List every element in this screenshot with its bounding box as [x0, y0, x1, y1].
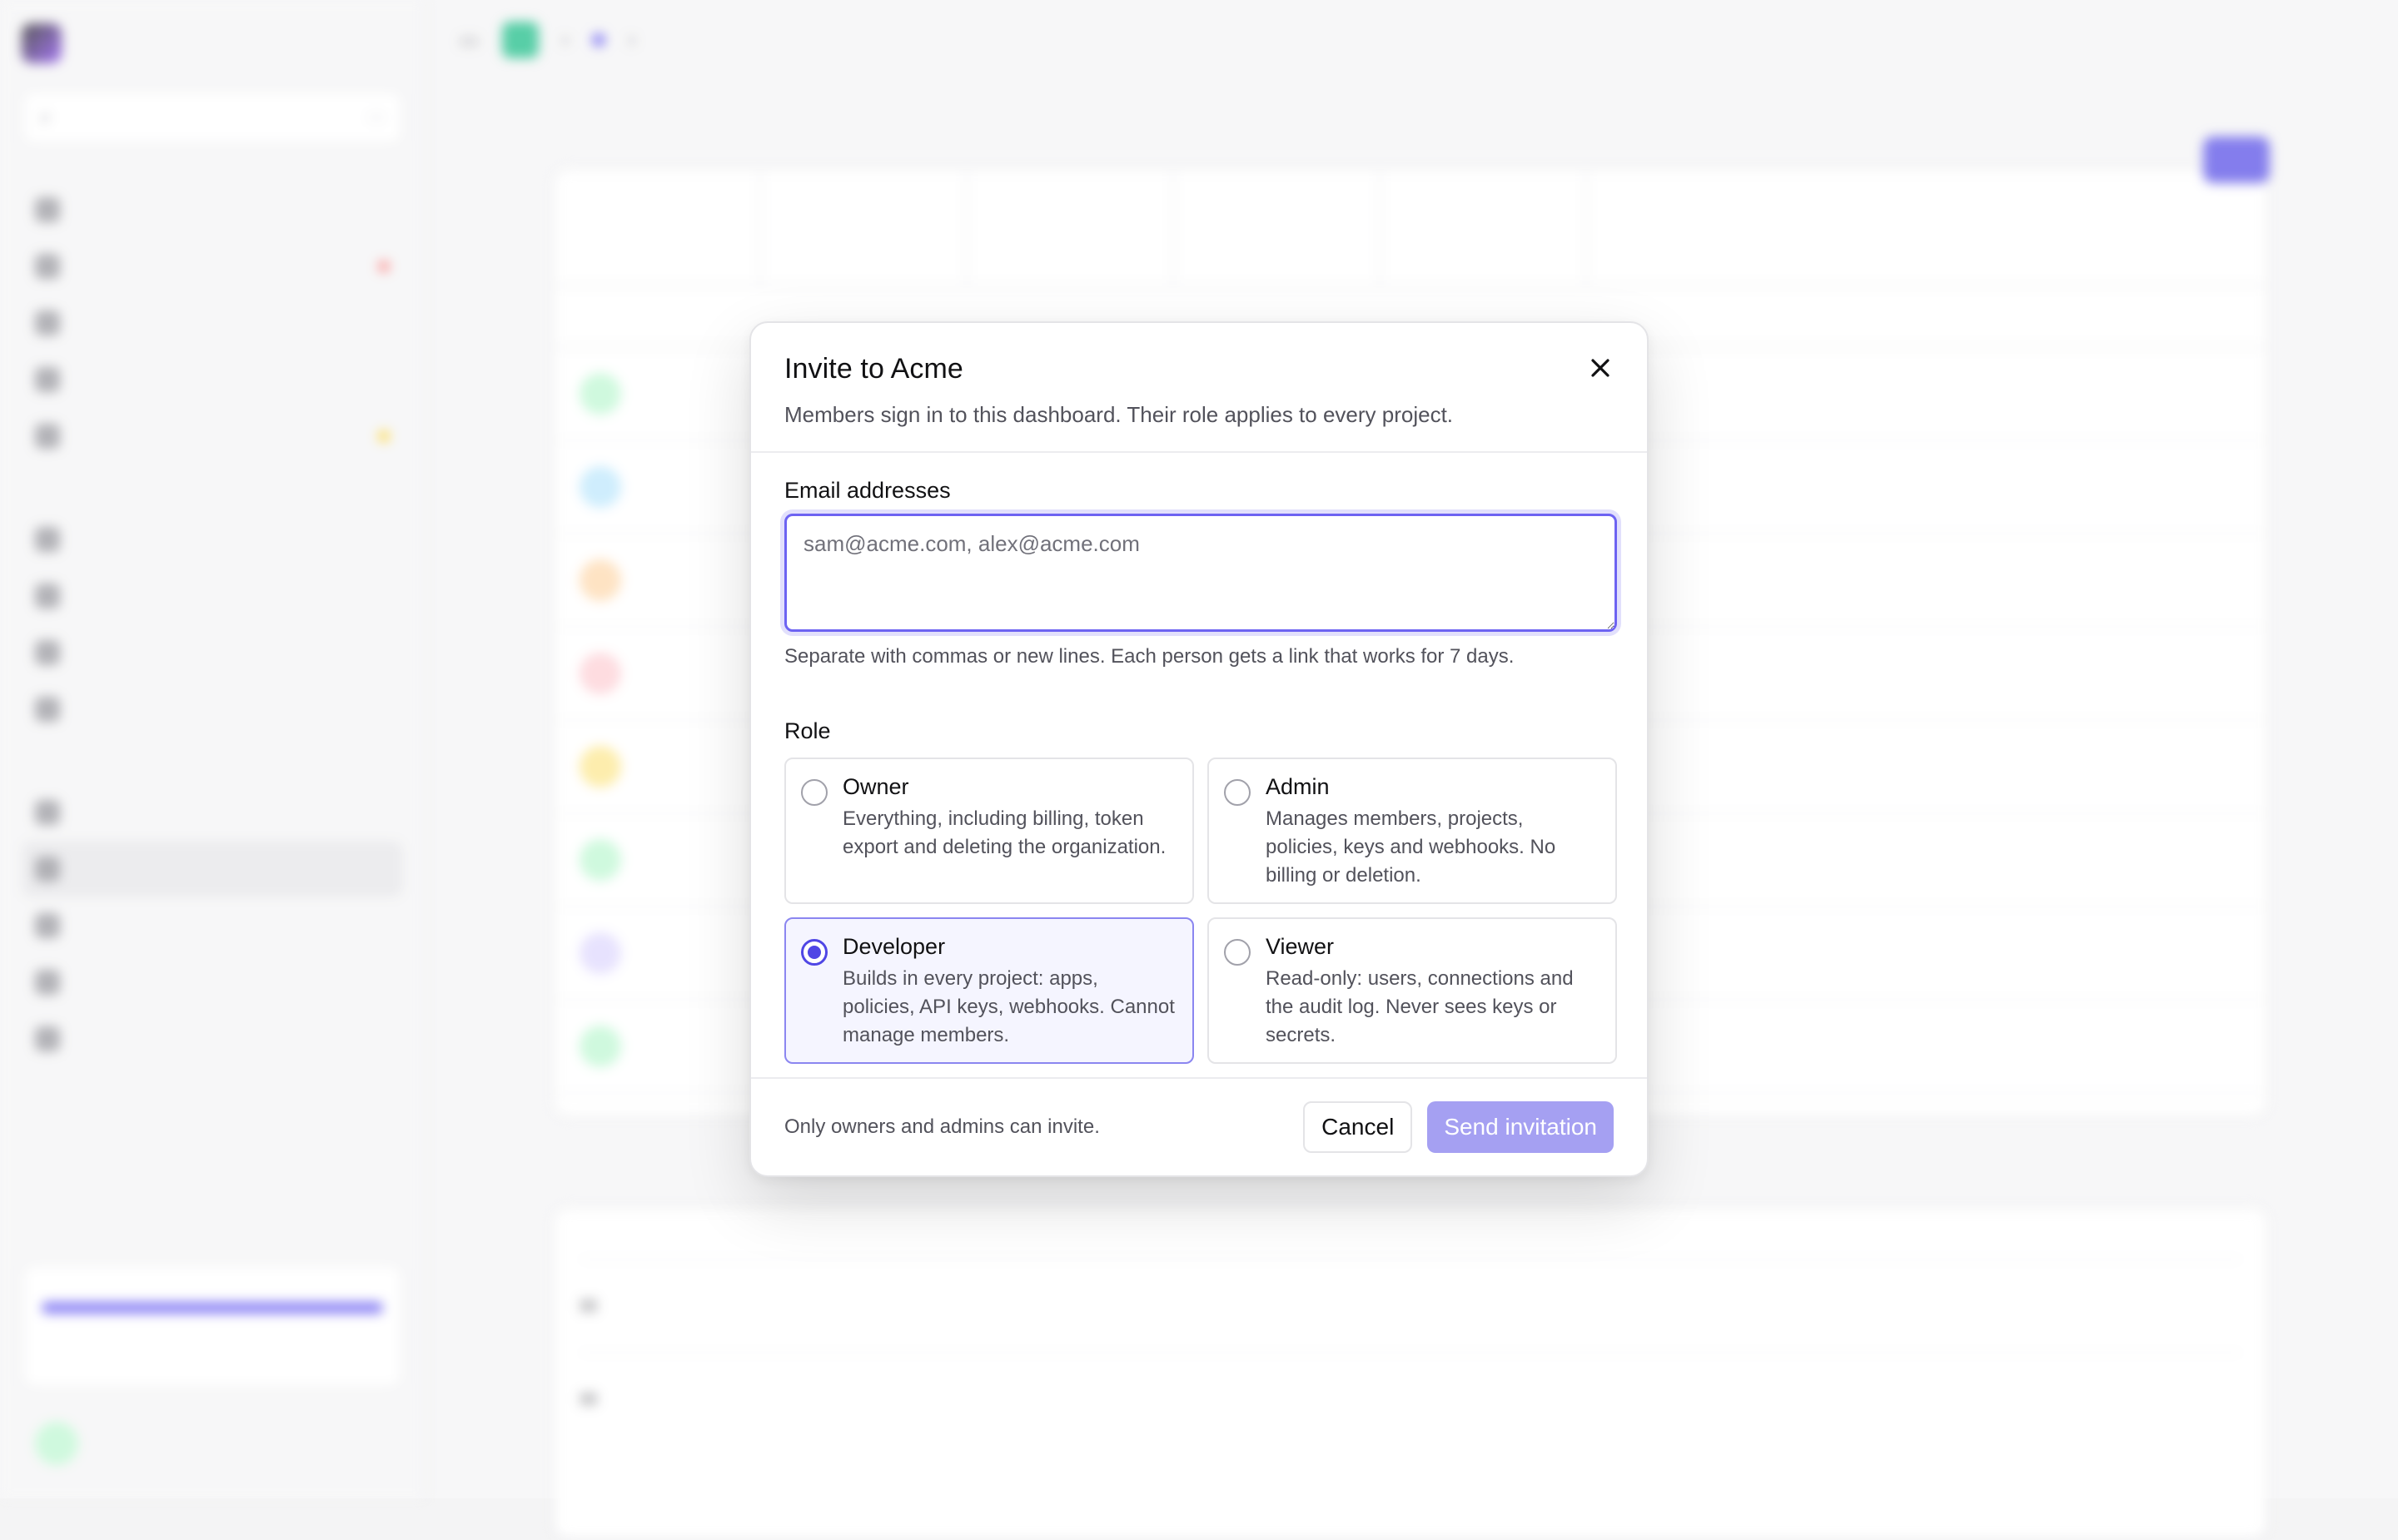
permission-note: Only owners and admins can invite.	[784, 1115, 1100, 1139]
cancel-button[interactable]: Cancel	[1303, 1101, 1412, 1153]
role-description: Read-only: users, connections and the au…	[1266, 965, 1599, 1050]
role-name: Admin	[1266, 774, 1599, 800]
role-option-owner[interactable]: Owner Everything, including billing, tok…	[784, 758, 1194, 904]
role-name: Developer	[843, 934, 1176, 960]
role-description: Everything, including billing, token exp…	[843, 805, 1176, 862]
role-option-developer[interactable]: Developer Builds in every project: apps,…	[784, 917, 1194, 1064]
role-option-viewer[interactable]: Viewer Read-only: users, connections and…	[1207, 917, 1617, 1064]
role-description: Builds in every project: apps, policies,…	[843, 965, 1176, 1050]
radio-button[interactable]	[1224, 779, 1251, 806]
role-label: Role	[784, 718, 1614, 744]
email-help-text: Separate with commas or new lines. Each …	[784, 645, 1614, 668]
close-icon	[1590, 357, 1611, 379]
role-options: Owner Everything, including billing, tok…	[784, 758, 1614, 1064]
invite-dialog: Invite to Acme Members sign in to this d…	[749, 321, 1649, 1177]
dialog-subtitle: Members sign in to this dashboard. Their…	[784, 402, 1614, 428]
role-name: Viewer	[1266, 934, 1599, 960]
dialog-title: Invite to Acme	[784, 353, 1614, 385]
role-option-admin[interactable]: Admin Manages members, projects, policie…	[1207, 758, 1617, 904]
role-description: Manages members, projects, policies, key…	[1266, 805, 1599, 890]
radio-button[interactable]	[1224, 939, 1251, 966]
role-name: Owner	[843, 774, 1176, 800]
email-label: Email addresses	[784, 478, 1614, 504]
email-addresses-input[interactable]	[784, 514, 1617, 632]
dialog-header: Invite to Acme Members sign in to this d…	[751, 323, 1647, 453]
radio-button-selected[interactable]	[801, 939, 828, 966]
send-invitation-button[interactable]: Send invitation	[1427, 1101, 1614, 1153]
dialog-body: Email addresses Separate with commas or …	[751, 453, 1647, 1064]
close-button[interactable]	[1579, 346, 1622, 390]
radio-button[interactable]	[801, 779, 828, 806]
dialog-footer: Only owners and admins can invite. Cance…	[751, 1077, 1647, 1175]
